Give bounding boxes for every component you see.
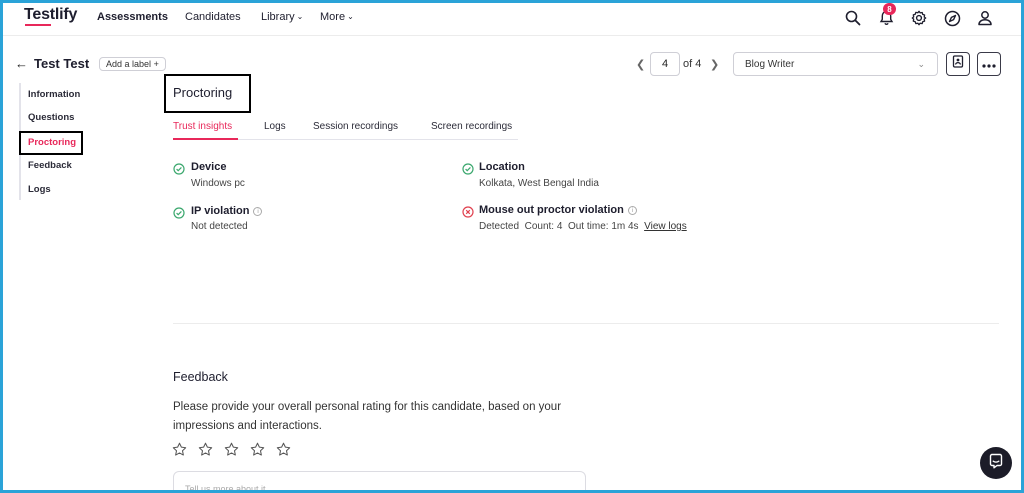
info-icon[interactable]: i xyxy=(627,206,637,215)
user-icon[interactable] xyxy=(974,7,996,29)
star-icon[interactable] xyxy=(276,442,292,458)
tab-screen-recordings[interactable]: Screen recordings xyxy=(431,121,512,132)
more-options-button[interactable] xyxy=(977,52,1001,76)
insight-mouse-out-time: Out time: 1m 4s xyxy=(567,221,639,232)
feedback-input[interactable]: Tell us more about it xyxy=(173,471,586,493)
insight-device-title: Device xyxy=(191,161,227,173)
highlight-box-sidebar xyxy=(19,131,83,155)
star-icon[interactable] xyxy=(224,442,240,458)
chevron-right-icon[interactable]: ❯ xyxy=(710,58,719,71)
star-icon[interactable] xyxy=(172,442,188,458)
notification-badge: 8 xyxy=(883,3,896,15)
candidate-name: Test Test xyxy=(34,56,90,71)
section-divider xyxy=(173,323,999,324)
pager-total: of 4 xyxy=(683,58,702,70)
insight-location-title: Location xyxy=(479,161,525,173)
insight-mouse-details: Detected Count: 4 Out time: 1m 4s View l… xyxy=(479,221,687,232)
chat-button[interactable] xyxy=(980,447,1012,479)
active-tab-indicator xyxy=(173,138,238,140)
feedback-description: Please provide your overall personal rat… xyxy=(173,401,562,432)
brand-logo[interactable]: Testlify xyxy=(24,6,77,24)
nav-candidates[interactable]: Candidates xyxy=(185,11,241,23)
tab-session-recordings[interactable]: Session recordings xyxy=(313,121,398,132)
x-circle-icon xyxy=(462,205,474,218)
add-label-text: Add a label xyxy=(106,59,152,69)
brand-logo-underline xyxy=(25,24,51,26)
page-title: Proctoring xyxy=(173,85,233,100)
nav-library[interactable]: Library ⌄ xyxy=(261,11,303,23)
top-nav: Testlify Assessments Candidates Library ⌄… xyxy=(3,3,1021,36)
add-label-button[interactable]: Add a label + xyxy=(99,57,166,71)
plus-icon: + xyxy=(153,59,159,69)
sidebar-item-questions[interactable]: Questions xyxy=(28,112,74,123)
search-icon[interactable] xyxy=(842,7,864,29)
tab-trust-insights[interactable]: Trust insights xyxy=(173,121,232,132)
chevron-down-icon: ⌄ xyxy=(917,59,925,69)
nav-more[interactable]: More ⌄ xyxy=(320,11,354,23)
star-icon[interactable] xyxy=(250,442,266,458)
gear-icon[interactable] xyxy=(908,7,930,29)
report-icon xyxy=(952,55,964,73)
chevron-down-icon: ⌄ xyxy=(347,12,354,21)
check-circle-icon xyxy=(173,206,185,219)
chevron-down-icon: ⌄ xyxy=(296,12,304,21)
job-select-value: Blog Writer xyxy=(745,58,795,70)
check-circle-icon xyxy=(173,162,185,175)
sidebar-item-feedback[interactable]: Feedback xyxy=(28,160,72,171)
chat-icon xyxy=(988,453,1004,474)
compass-icon[interactable] xyxy=(941,7,963,29)
insight-mouse-detected: Detected xyxy=(479,221,520,232)
pager-current-input[interactable]: 4 xyxy=(650,52,680,76)
job-select[interactable]: Blog Writer ⌄ xyxy=(733,52,938,76)
insight-ip-label: IP violation xyxy=(191,205,250,217)
insight-location-value: Kolkata, West Bengal India xyxy=(479,178,599,189)
feedback-input-placeholder: Tell us more about it xyxy=(185,484,266,493)
insight-device-value: Windows pc xyxy=(191,178,245,189)
check-circle-icon xyxy=(462,162,474,175)
sidebar-item-information[interactable]: Information xyxy=(28,89,80,100)
more-horizontal-icon xyxy=(982,55,996,73)
insight-ip-value: Not detected xyxy=(191,221,248,232)
tab-logs[interactable]: Logs xyxy=(264,121,286,132)
insight-ip-title: IP violation i xyxy=(191,205,263,217)
nav-more-label: More xyxy=(320,11,346,23)
back-arrow-icon[interactable]: ← xyxy=(15,56,28,71)
chevron-left-icon[interactable]: ❮ xyxy=(636,58,645,71)
sidebar-item-logs[interactable]: Logs xyxy=(28,184,51,195)
view-logs-link[interactable]: View logs xyxy=(644,221,687,232)
info-icon[interactable]: i xyxy=(253,207,263,216)
feedback-title: Feedback xyxy=(173,370,228,384)
insight-mouse-title: Mouse out proctor violation i xyxy=(479,204,637,216)
star-icon[interactable] xyxy=(198,442,214,458)
report-button[interactable] xyxy=(946,52,970,76)
nav-library-label: Library xyxy=(261,11,295,23)
insight-mouse-label: Mouse out proctor violation xyxy=(479,204,624,216)
insight-mouse-count: Count: 4 xyxy=(524,221,563,232)
nav-assessments[interactable]: Assessments xyxy=(97,11,168,23)
